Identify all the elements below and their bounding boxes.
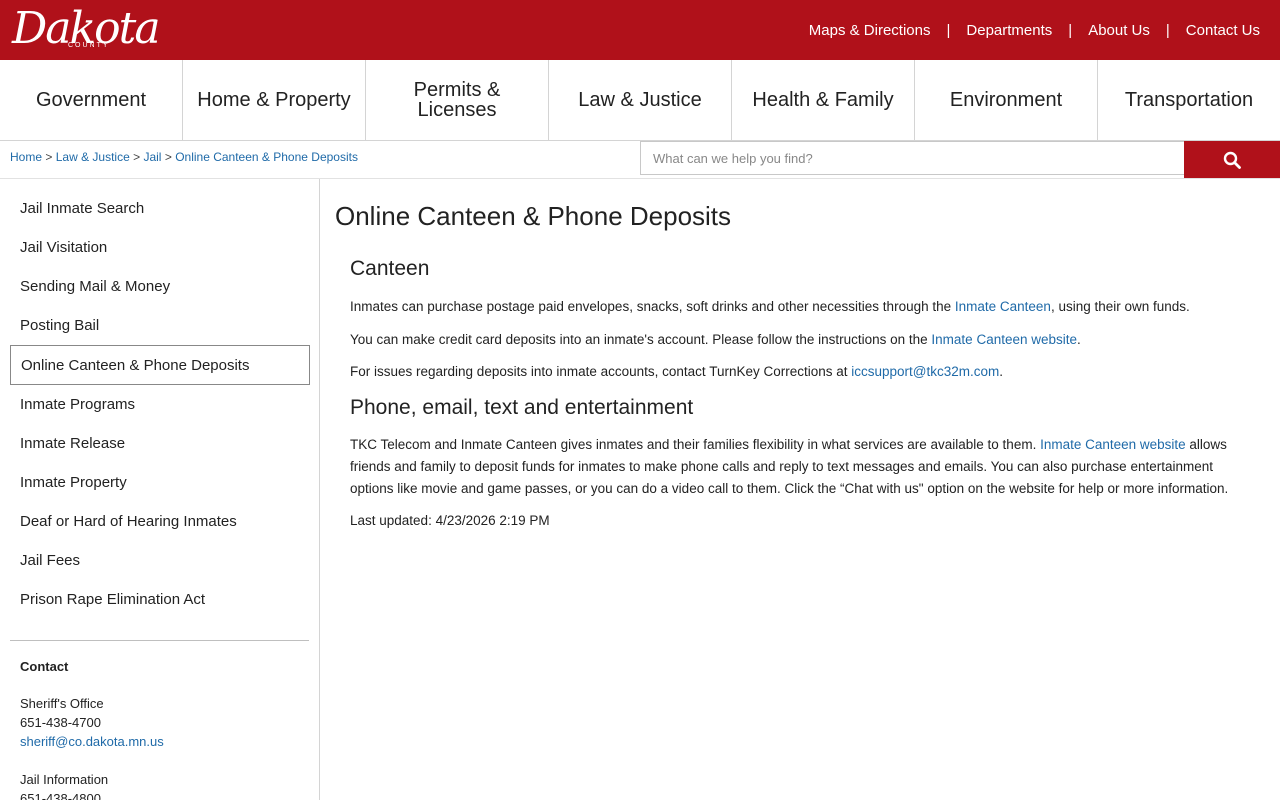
canteen-paragraph-1: Inmates can purchase postage paid envelo…: [350, 296, 1250, 318]
top-bar: Dakota COUNTY Maps & Directions | Depart…: [0, 0, 1280, 60]
sidebar-divider: [10, 640, 309, 641]
phone-heading: Phone, email, text and entertainment: [350, 396, 694, 419]
iccsupport-email-link[interactable]: iccsupport@tkc32m.com: [851, 364, 999, 379]
text: .: [1077, 332, 1081, 347]
breadcrumb-current-page[interactable]: Online Canteen & Phone Deposits: [175, 150, 358, 164]
contact-title: Contact: [20, 659, 69, 674]
sidebar-item-online-canteen[interactable]: Online Canteen & Phone Deposits: [10, 345, 310, 385]
maps-directions-link[interactable]: Maps & Directions: [809, 22, 931, 39]
departments-link[interactable]: Departments: [966, 22, 1052, 39]
contact-us-link[interactable]: Contact Us: [1186, 22, 1260, 39]
contact-section: Contact Sheriff's Office 651-438-4700 sh…: [20, 657, 300, 800]
main-navigation: Government Home & Property Permits & Lic…: [0, 60, 1280, 141]
sidebar-item-jail-visitation[interactable]: Jail Visitation: [10, 228, 310, 267]
text: TKC Telecom and Inmate Canteen gives inm…: [350, 437, 1041, 452]
last-updated: Last updated: 4/23/2026 2:19 PM: [350, 513, 550, 528]
nav-item-law-justice[interactable]: Law & Justice: [549, 60, 732, 140]
sidebar-item-posting-bail[interactable]: Posting Bail: [10, 306, 310, 345]
sheriff-office-name: Sheriff's Office: [20, 696, 104, 711]
phone-paragraph: TKC Telecom and Inmate Canteen gives inm…: [350, 434, 1250, 500]
text: , using their own funds.: [1050, 299, 1190, 314]
nav-item-environment[interactable]: Environment: [915, 60, 1098, 140]
breadcrumb-search-row: Home > Law & Justice > Jail > Online Can…: [0, 141, 1280, 179]
sidebar-item-inmate-property[interactable]: Inmate Property: [10, 463, 310, 502]
jail-info-name: Jail Information: [20, 772, 109, 787]
sidebar-item-sending-mail-money[interactable]: Sending Mail & Money: [10, 267, 310, 306]
breadcrumb-home[interactable]: Home: [10, 150, 42, 164]
jail-info-phone: 651-438-4800: [20, 791, 101, 800]
inmate-canteen-link[interactable]: Inmate Canteen: [955, 299, 1051, 314]
text: Inmates can purchase postage paid envelo…: [350, 299, 955, 314]
link-separator: |: [1068, 21, 1073, 39]
text: For issues regarding deposits into inmat…: [350, 364, 852, 379]
breadcrumb-separator: >: [45, 150, 53, 164]
search-icon: [1223, 151, 1241, 169]
nav-item-home-property[interactable]: Home & Property: [183, 60, 366, 140]
search-input[interactable]: [640, 141, 1185, 175]
inmate-canteen-website-link-2[interactable]: Inmate Canteen website: [1040, 437, 1186, 452]
jail-contact: Jail Information 651-438-4800: [20, 770, 300, 800]
breadcrumb: Home > Law & Justice > Jail > Online Can…: [10, 150, 358, 164]
sheriff-office-email[interactable]: sheriff@co.dakota.mn.us: [20, 734, 164, 749]
inmate-canteen-website-link[interactable]: Inmate Canteen website: [931, 332, 1077, 347]
nav-item-permits-licenses[interactable]: Permits & Licenses: [366, 60, 549, 140]
breadcrumb-law-justice[interactable]: Law & Justice: [56, 150, 130, 164]
search-button[interactable]: [1184, 141, 1280, 178]
nav-item-transportation[interactable]: Transportation: [1098, 60, 1280, 140]
sidebar: Jail Inmate Search Jail Visitation Sendi…: [0, 179, 320, 800]
canteen-heading: Canteen: [350, 257, 430, 280]
canteen-paragraph-2: You can make credit card deposits into a…: [350, 329, 1250, 351]
sidebar-item-inmate-programs[interactable]: Inmate Programs: [10, 385, 310, 424]
dakota-county-logo[interactable]: Dakota COUNTY: [4, 2, 161, 56]
about-us-link[interactable]: About Us: [1088, 22, 1150, 39]
canteen-section: Canteen Inmates can purchase postage pai…: [350, 257, 1250, 383]
sidebar-item-jail-inmate-search[interactable]: Jail Inmate Search: [10, 189, 310, 228]
canteen-paragraph-3: For issues regarding deposits into inmat…: [350, 361, 1250, 383]
nav-item-health-family[interactable]: Health & Family: [732, 60, 915, 140]
link-separator: |: [946, 21, 951, 39]
sidebar-item-deaf-hard-of-hearing[interactable]: Deaf or Hard of Hearing Inmates: [10, 502, 310, 541]
sheriff-contact: Sheriff's Office 651-438-4700 sheriff@co…: [20, 694, 300, 751]
page-title: Online Canteen & Phone Deposits: [335, 201, 732, 231]
utility-links: Maps & Directions | Departments | About …: [809, 0, 1260, 60]
link-separator: |: [1165, 21, 1170, 39]
phone-section: Phone, email, text and entertainment TKC…: [350, 396, 1250, 532]
sidebar-menu: Jail Inmate Search Jail Visitation Sendi…: [10, 189, 310, 619]
sheriff-office-phone: 651-438-4700: [20, 715, 101, 730]
text: You can make credit card deposits into a…: [350, 332, 932, 347]
sidebar-item-inmate-release[interactable]: Inmate Release: [10, 424, 310, 463]
breadcrumb-jail[interactable]: Jail: [143, 150, 161, 164]
sidebar-item-jail-fees[interactable]: Jail Fees: [10, 541, 310, 580]
logo-subtext: COUNTY: [68, 42, 110, 49]
breadcrumb-separator: >: [133, 150, 141, 164]
text: .: [999, 364, 1004, 379]
nav-item-government[interactable]: Government: [0, 60, 183, 140]
breadcrumb-separator: >: [164, 150, 172, 164]
sidebar-item-prea[interactable]: Prison Rape Elimination Act: [10, 580, 310, 619]
